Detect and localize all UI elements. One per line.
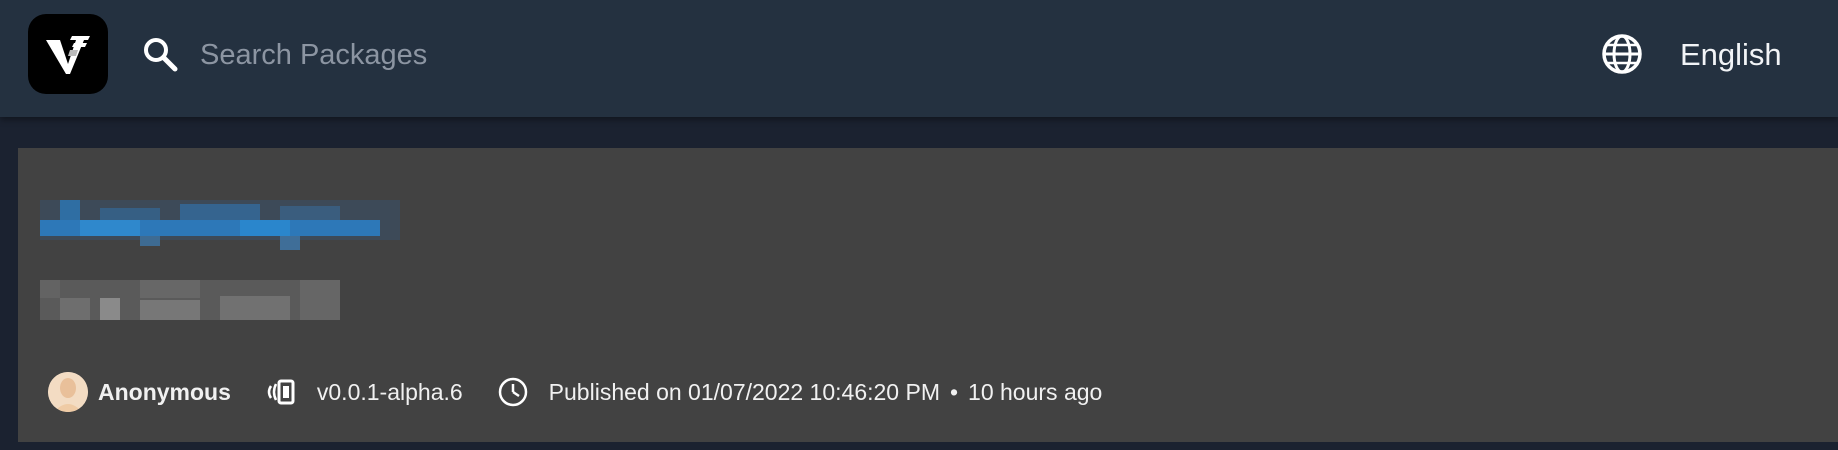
logo-icon[interactable] [28, 14, 108, 94]
version-icon [265, 378, 297, 406]
language-selector[interactable]: English [1680, 36, 1782, 74]
author-name[interactable]: Anonymous [98, 379, 231, 406]
search-input[interactable] [200, 30, 900, 80]
search-icon[interactable] [140, 34, 180, 74]
top-bar: English [0, 0, 1838, 117]
package-name-redacted[interactable] [40, 200, 400, 250]
separator-dot: • [949, 378, 959, 405]
published-relative-time: 10 hours ago [968, 378, 1103, 405]
clock-icon [497, 376, 529, 408]
published-date: Published on 01/07/2022 10:46:20 PM [548, 378, 940, 405]
package-meta: Anonymous v0.0.1-alpha.6 Published on 01… [48, 370, 1102, 414]
globe-icon[interactable] [1600, 32, 1644, 76]
package-version: v0.0.1-alpha.6 [316, 378, 463, 405]
avatar[interactable] [48, 372, 88, 412]
package-description-redacted [40, 280, 340, 320]
package-card[interactable]: Anonymous v0.0.1-alpha.6 Published on 01… [18, 148, 1838, 442]
